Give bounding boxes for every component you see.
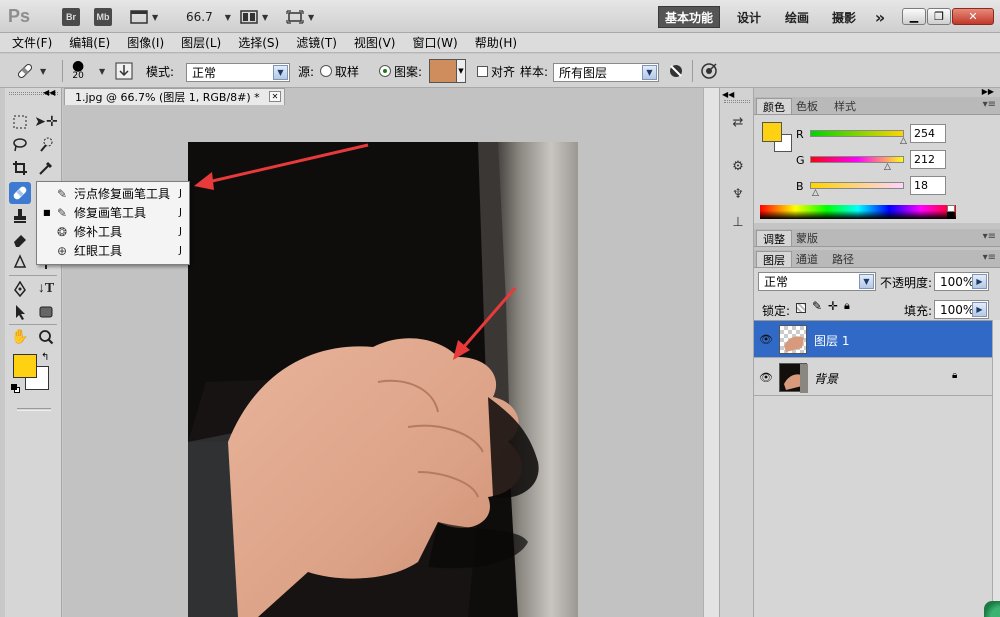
panel-grip: [724, 100, 750, 103]
arrow-annotation: [453, 287, 517, 360]
opacity-input[interactable]: 100% ▶: [934, 272, 989, 291]
right-panels: ▶▶ 颜色 色板 样式 ▾≡ R △ 254 G △ 212 B △ 18 调整…: [754, 87, 1000, 617]
panel-menu-icon[interactable]: ▾≡: [983, 99, 996, 110]
panel-menu-icon[interactable]: ▾≡: [983, 231, 996, 242]
chevron-right-icon: ▶: [972, 274, 987, 289]
lock-all-icon[interactable]: 🔒︎: [844, 299, 850, 313]
layer-row[interactable]: 👁︎ 背景 🔒︎: [754, 359, 992, 396]
eye-icon[interactable]: 👁︎: [758, 370, 774, 384]
channel-r-label: R: [796, 128, 804, 141]
lock-pixels-icon[interactable]: ✎: [812, 299, 822, 313]
brush-panel-button[interactable]: ♆: [728, 184, 748, 204]
tab-channels[interactable]: 通道: [790, 251, 824, 267]
layers-scrollbar[interactable]: [992, 320, 1000, 617]
tab-adjustments[interactable]: 调整: [756, 230, 792, 246]
lock-transparency-icon[interactable]: [796, 303, 806, 313]
panel-menu-icon[interactable]: ▾≡: [983, 252, 996, 263]
color-panel-fg-swatch[interactable]: [762, 122, 782, 142]
lock-label: 锁定:: [762, 304, 791, 318]
channel-b-label: B: [796, 180, 804, 193]
collapse-icon[interactable]: ▶▶: [982, 87, 994, 96]
chevron-down-icon: ▼: [859, 274, 874, 289]
layers-list: 👁︎ 图层 1 👁︎ 背景 🔒︎: [754, 320, 992, 617]
stamp-icon: ⊥: [732, 214, 744, 230]
tab-masks[interactable]: 蒙版: [790, 230, 824, 246]
white-swatch[interactable]: [947, 205, 955, 212]
hand-thumbnail-icon: [784, 364, 808, 393]
blend-mode-select[interactable]: 正常 ▼: [758, 272, 876, 291]
history-panel-button[interactable]: ⇄: [728, 112, 748, 132]
layer-name: 图层 1: [814, 334, 850, 348]
b-slider[interactable]: [810, 182, 904, 189]
layer-thumbnail: [779, 363, 808, 393]
lock-icon: 🔒︎: [952, 370, 958, 381]
brush-icon: ♆: [732, 186, 744, 202]
opacity-label: 不透明度:: [880, 276, 933, 290]
slider-knob-icon[interactable]: △: [884, 162, 891, 172]
panel-dock: ◀◀ ⇄ ⚙ ♆ ⊥: [719, 88, 754, 617]
color-panel: R △ 254 G △ 212 B △ 18: [754, 116, 1000, 226]
hand-thumbnail-icon: [784, 336, 804, 352]
layer-row[interactable]: 👁︎ 图层 1: [754, 321, 992, 358]
adjust-panel-tabs: 调整 蒙版 ▾≡: [754, 229, 1000, 247]
layer-name: 背景: [814, 372, 839, 386]
slider-knob-icon[interactable]: △: [812, 188, 819, 198]
layers-panel-tabs: 图层 通道 路径 ▾≡: [754, 250, 1000, 268]
channel-g-label: G: [796, 154, 805, 167]
b-value-input[interactable]: 18: [910, 176, 946, 195]
fill-label: 填充:: [904, 304, 933, 318]
layer-thumbnail: [779, 325, 807, 354]
color-spectrum-bar[interactable]: [760, 205, 956, 219]
history-icon: ⇄: [732, 114, 744, 130]
r-value-input[interactable]: 254: [910, 124, 946, 143]
arrow-annotation: [194, 143, 369, 190]
expand-icon[interactable]: ◀◀: [722, 90, 734, 99]
tab-color[interactable]: 颜色: [756, 98, 792, 114]
status-orb-icon: [984, 601, 1000, 617]
tab-styles[interactable]: 样式: [828, 98, 862, 114]
g-value-input[interactable]: 212: [910, 150, 946, 169]
fill-input[interactable]: 100% ▶: [934, 300, 989, 319]
chevron-right-icon: ▶: [972, 302, 987, 317]
tab-paths[interactable]: 路径: [826, 251, 860, 267]
clone-source-button[interactable]: ⊥: [728, 212, 748, 232]
color-panel-tabs: 颜色 色板 样式 ▾≡: [754, 97, 1000, 115]
brush-presets-icon: ⚙: [732, 158, 744, 174]
black-swatch[interactable]: [947, 212, 955, 219]
slider-knob-icon[interactable]: △: [900, 136, 907, 146]
eye-icon[interactable]: 👁︎: [758, 332, 774, 346]
tab-layers[interactable]: 图层: [756, 251, 792, 267]
brush-presets-button[interactable]: ⚙: [728, 156, 748, 176]
panel-grip: ▶▶: [754, 87, 1000, 97]
r-slider[interactable]: [810, 130, 904, 137]
tab-swatches[interactable]: 色板: [790, 98, 824, 114]
lock-position-icon[interactable]: ✛: [828, 299, 838, 313]
